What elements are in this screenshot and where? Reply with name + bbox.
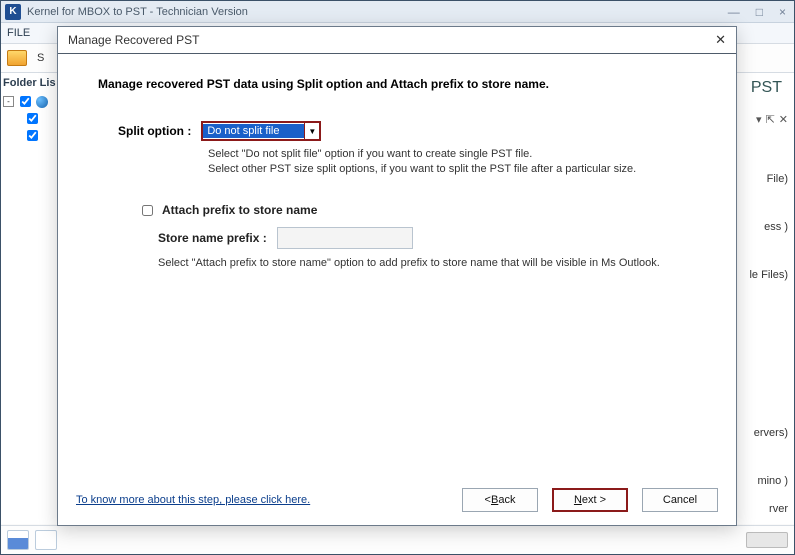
window-controls: — □ × <box>724 5 790 19</box>
back-button[interactable]: < Back <box>462 488 538 512</box>
attach-prefix-checkbox[interactable] <box>142 205 153 216</box>
tree-child-checkbox-2[interactable] <box>27 130 38 141</box>
maximize-button[interactable]: □ <box>752 5 767 19</box>
next-button-rest: ext > <box>582 494 606 506</box>
attach-prefix-row: Attach prefix to store name <box>138 202 696 219</box>
attach-prefix-label: Attach prefix to store name <box>162 203 317 217</box>
next-button-mnemonic: N <box>574 494 582 506</box>
minimize-button[interactable]: — <box>724 5 744 19</box>
open-folder-icon[interactable] <box>7 50 27 66</box>
app-icon: K <box>5 4 21 20</box>
tree-child-row-2[interactable] <box>3 127 60 144</box>
calendar-icon[interactable] <box>7 530 29 550</box>
dialog-body: Manage recovered PST data using Split op… <box>58 53 736 475</box>
side-label: mino ) <box>736 475 788 487</box>
dialog-footer: To know more about this step, please cli… <box>58 475 736 525</box>
horizontal-scrollbar[interactable] <box>746 532 788 548</box>
main-window-title: Kernel for MBOX to PST - Technician Vers… <box>27 6 724 18</box>
next-button[interactable]: Next > <box>552 488 628 512</box>
split-option-select[interactable]: Do not split file ▼ <box>201 121 321 141</box>
main-titlebar: K Kernel for MBOX to PST - Technician Ve… <box>1 1 794 23</box>
bottom-tool-icon[interactable] <box>35 530 57 550</box>
dialog-title: Manage Recovered PST <box>68 33 199 47</box>
pane-pin-icon[interactable]: ⇱ <box>766 113 775 126</box>
dialog-close-button[interactable]: ✕ <box>715 32 726 48</box>
pane-tools: ▾ ⇱ ✕ <box>756 113 788 126</box>
main-tab-label: PST <box>739 73 794 103</box>
store-prefix-label: Store name prefix : <box>158 231 267 245</box>
pane-dropdown-icon[interactable]: ▾ <box>756 113 762 126</box>
pane-close-icon[interactable]: ✕ <box>779 113 788 126</box>
split-help-text-2: Select other PST size split options, if … <box>208 162 696 177</box>
tree-child-checkbox-1[interactable] <box>27 113 38 124</box>
side-label: File) <box>736 173 788 185</box>
folder-list-title: Folder Lis <box>3 75 60 93</box>
split-option-label: Split option : <box>118 124 191 138</box>
store-prefix-row: Store name prefix : <box>158 227 696 249</box>
side-label: rver <box>736 503 788 515</box>
tree-root-row[interactable]: - <box>3 93 60 110</box>
toolbar-item-1[interactable]: S <box>37 52 44 64</box>
dialog-heading: Manage recovered PST data using Split op… <box>98 77 696 91</box>
store-prefix-input[interactable] <box>277 227 413 249</box>
side-label: ervers) <box>736 427 788 439</box>
manage-recovered-pst-dialog: Manage Recovered PST ✕ Manage recovered … <box>57 26 737 526</box>
side-category-labels: File) ess ) le Files) ervers) mino ) rve… <box>736 173 788 543</box>
side-label: le Files) <box>736 269 788 281</box>
cancel-button[interactable]: Cancel <box>642 488 718 512</box>
chevron-down-icon[interactable]: ▼ <box>304 123 319 139</box>
dialog-titlebar: Manage Recovered PST ✕ <box>58 27 736 54</box>
split-option-value: Do not split file <box>203 124 304 138</box>
split-option-row: Split option : Do not split file ▼ <box>118 121 696 141</box>
tree-toggle-icon[interactable]: - <box>3 96 14 107</box>
bottom-toolbar <box>1 525 794 554</box>
split-help-text-1: Select "Do not split file" option if you… <box>208 147 696 162</box>
side-label: ess ) <box>736 221 788 233</box>
help-link[interactable]: To know more about this step, please cli… <box>76 494 310 506</box>
back-button-rest: ack <box>498 494 515 506</box>
close-window-button[interactable]: × <box>775 5 790 19</box>
tree-child-row-1[interactable] <box>3 110 60 127</box>
back-button-mnemonic: B <box>491 494 498 506</box>
tree-root-checkbox[interactable] <box>20 96 31 107</box>
attach-prefix-help: Select "Attach prefix to store name" opt… <box>158 257 696 269</box>
folder-list-pane: Folder Lis - <box>1 73 63 524</box>
menu-file[interactable]: FILE <box>7 27 30 39</box>
globe-icon <box>36 96 48 108</box>
